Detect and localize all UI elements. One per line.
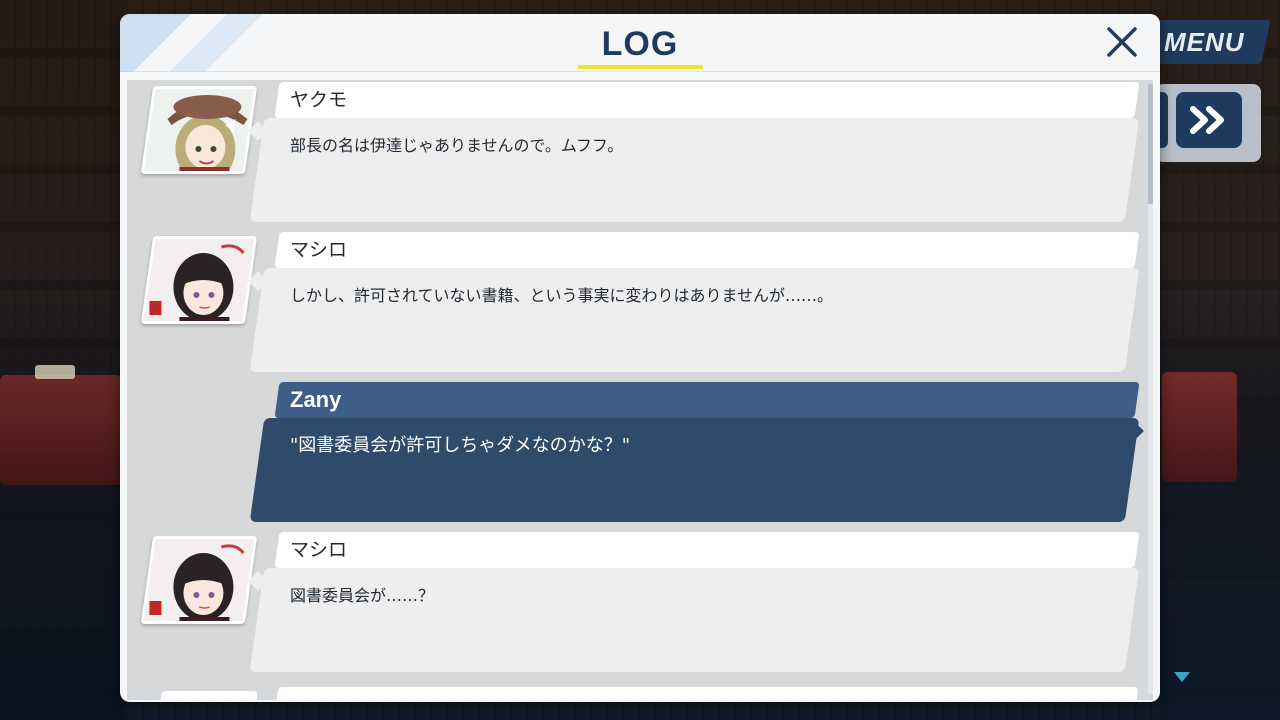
speaker-name: ヤクモ — [290, 89, 348, 111]
message-text: "図書委員会が許可しちゃダメなのかな？" — [290, 435, 631, 456]
speaker-avatar-yakumo — [140, 86, 258, 174]
log-list[interactable]: ヤクモ 部長の名は伊達じゃありませんので。ムフフ。 マシロ しかし、許可されてい… — [127, 80, 1153, 700]
log-entry: マシロ しかし、許可されていない書籍、という事実に変わりはありませんが……。 — [127, 232, 1153, 377]
background-chair — [1162, 372, 1237, 482]
background-left-shade — [0, 0, 125, 720]
next-entry-peek — [275, 687, 1139, 700]
background-sofa — [0, 375, 122, 485]
message-text: しかし、許可されていない書籍、という事実に変わりはありませんが……。 — [290, 286, 834, 305]
log-entry: マシロ 図書委員会が……？ — [127, 532, 1153, 677]
speaker-name: マシロ — [290, 539, 348, 561]
fast-forward-button[interactable] — [1176, 92, 1242, 148]
close-icon — [1107, 27, 1137, 57]
scrollbar-thumb[interactable] — [1148, 84, 1153, 204]
scrollbar[interactable] — [1148, 84, 1153, 694]
speaker-avatar-mashiro — [140, 536, 258, 624]
speaker-avatar-mashiro — [140, 236, 258, 324]
log-entry: ヤクモ 部長の名は伊達じゃありませんので。ムフフ。 — [127, 82, 1153, 227]
speaker-name: Zany — [290, 387, 342, 412]
message-text: 図書委員会が……？ — [290, 586, 435, 605]
log-entry-player: Zany "図書委員会が許可しちゃダメなのかな？" — [127, 382, 1153, 527]
log-window: LOG ヤクモ 部長の名は伊達じゃありませんので。ムフフ。 マシロ しかし、許可… — [120, 14, 1160, 702]
log-header: LOG — [120, 14, 1160, 72]
speaker-name: マシロ — [290, 239, 348, 261]
next-entry-avatar-peek — [160, 691, 258, 700]
close-button[interactable] — [1102, 22, 1142, 62]
background-lamp — [35, 365, 75, 379]
title-underline — [578, 65, 703, 69]
log-title: LOG — [601, 25, 679, 63]
triangle-down-icon — [1174, 672, 1190, 682]
scroll-down-indicator[interactable] — [1172, 670, 1192, 684]
message-text: 部長の名は伊達じゃありませんので。ムフフ。 — [290, 136, 624, 155]
fast-forward-icon — [1190, 106, 1224, 134]
menu-button-label[interactable]: MENU — [1164, 26, 1254, 58]
